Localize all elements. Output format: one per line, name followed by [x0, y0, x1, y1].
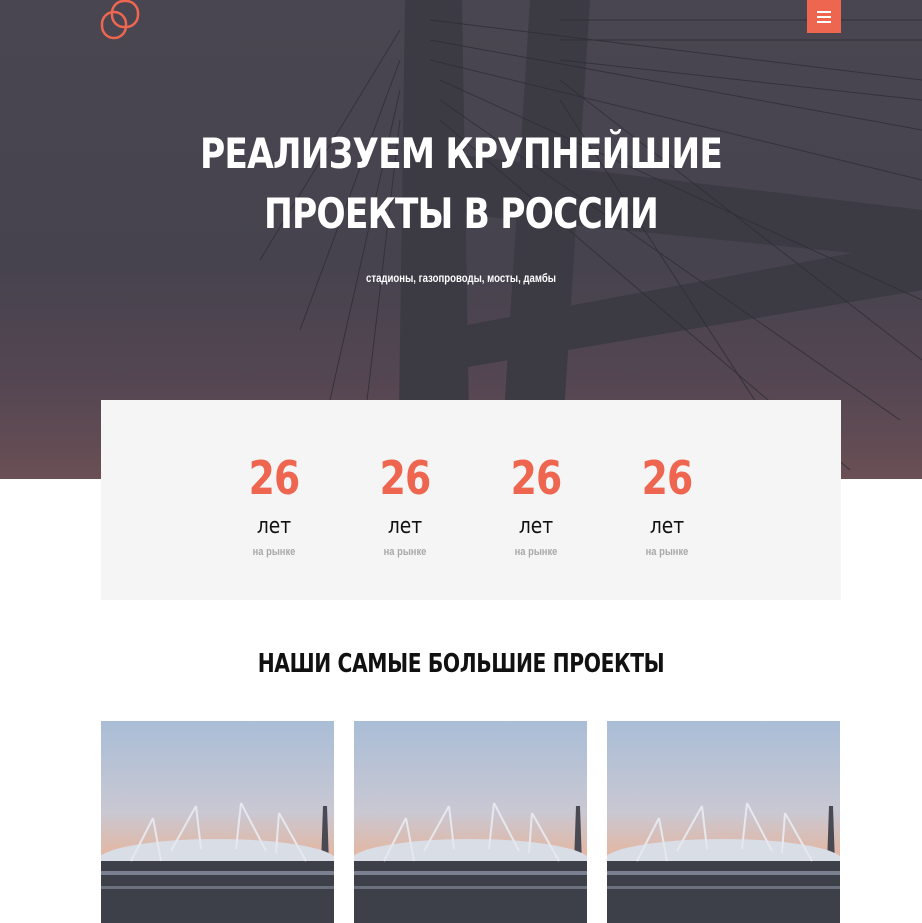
stat-number: 26 — [510, 451, 563, 505]
stat-unit: лет — [518, 514, 554, 539]
stat-number: 26 — [248, 451, 301, 505]
stadium-photo — [354, 721, 587, 923]
hero-title-line-1: РЕАЛИЗУЕМ КРУПНЕЙШИЕ — [199, 129, 723, 178]
stat-unit: лет — [649, 514, 685, 539]
stat-caption: на рынке — [383, 546, 427, 558]
stat-caption: на рынке — [514, 546, 558, 558]
hero-title-line-2: ПРОЕКТЫ В РОССИИ — [263, 189, 659, 238]
stat-item: 26 лет на рынке — [476, 450, 596, 560]
stat-caption: на рынке — [645, 546, 689, 558]
stat-item: 26 лет на рынке — [607, 450, 727, 560]
menu-button[interactable] — [807, 0, 841, 33]
stadium-photo — [607, 721, 840, 923]
projects-section-title: НАШИ САМЫЕ БОЛЬШИЕ ПРОЕКТЫ — [257, 649, 665, 679]
stat-unit: лет — [387, 514, 423, 539]
stat-item: 26 лет на рынке — [214, 450, 334, 560]
stat-number: 26 — [641, 451, 694, 505]
hamburger-icon — [817, 10, 831, 23]
project-card[interactable] — [101, 721, 334, 923]
hero-subtitle: стадионы, газопроводы, мосты, дамбы — [366, 271, 556, 285]
stat-caption: на рынке — [252, 546, 296, 558]
stat-unit: лет — [256, 514, 292, 539]
stats-panel: 26 лет на рынке 26 лет на рынке 26 лет н… — [101, 400, 841, 600]
stat-item: 26 лет на рынке — [345, 450, 465, 560]
project-card[interactable] — [354, 721, 587, 923]
project-card[interactable] — [607, 721, 840, 923]
logo-icon[interactable] — [99, 0, 143, 42]
stat-number: 26 — [379, 451, 432, 505]
stadium-photo — [101, 721, 334, 923]
hero-title: РЕАЛИЗУЕМ КРУПНЕЙШИЕ ПРОЕКТЫ В РОССИИ — [83, 124, 839, 244]
